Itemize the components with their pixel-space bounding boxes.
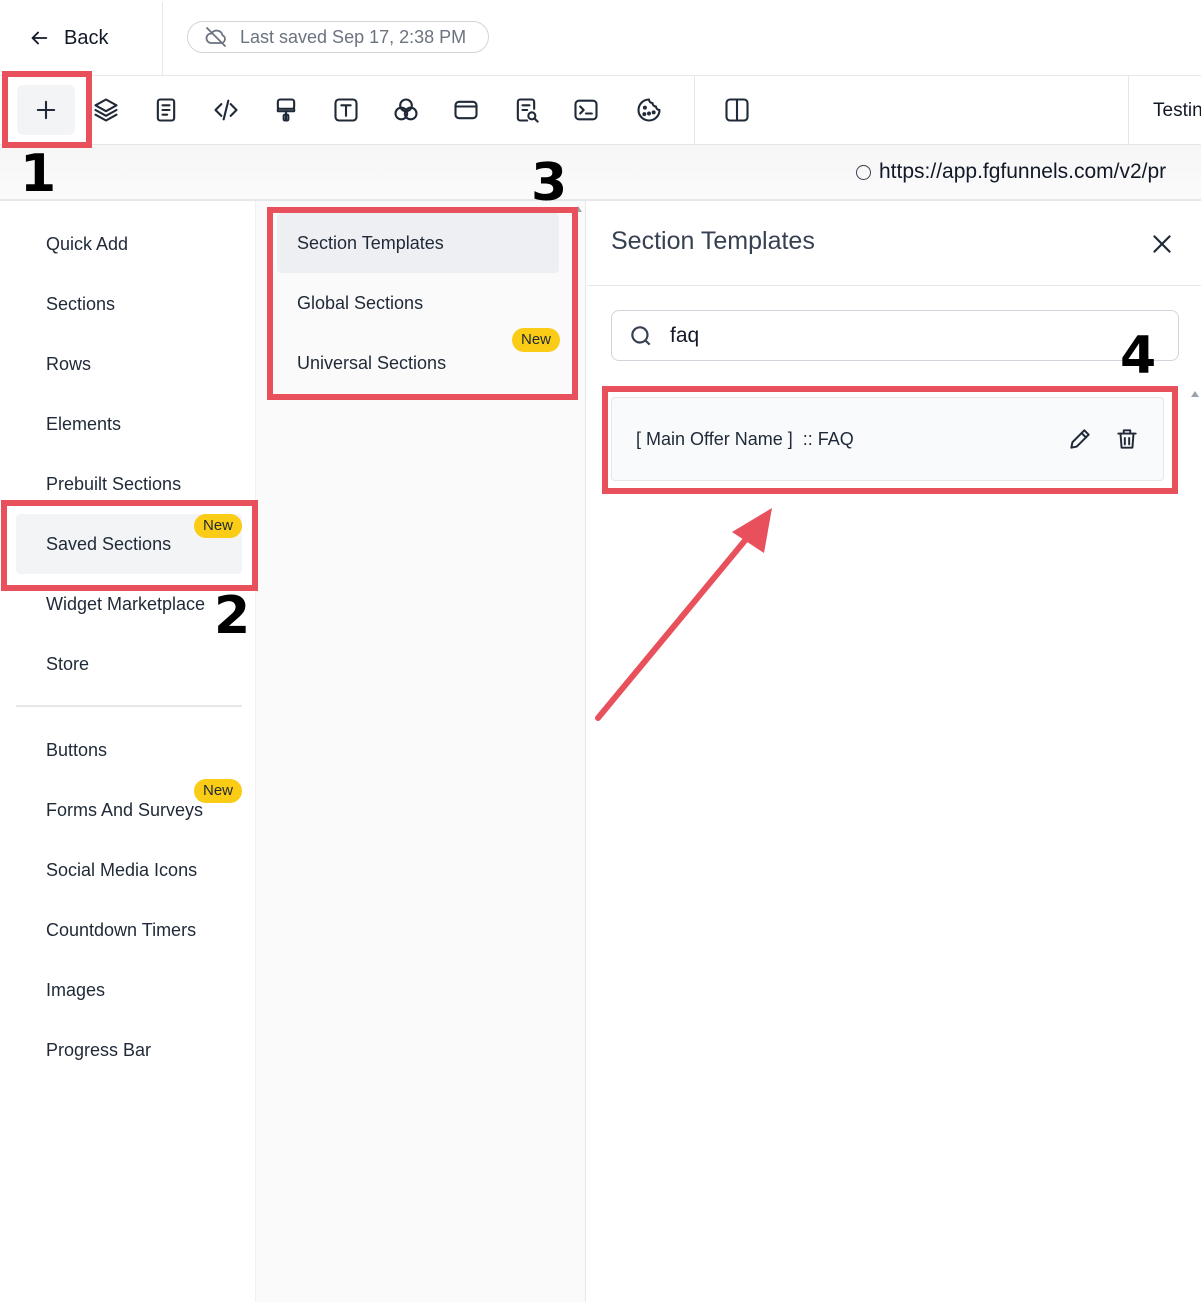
nav-item-label: Social Media Icons [46, 859, 198, 880]
split-view-icon [725, 98, 749, 122]
typography-button[interactable] [324, 88, 368, 132]
scroll-up-icon[interactable] [574, 206, 582, 212]
nav-item-countdown-timers[interactable]: Countdown Timers [16, 900, 242, 960]
nav-item-label: Store [46, 653, 90, 674]
scroll-up-icon[interactable] [1191, 391, 1199, 397]
nav-item-label: Forms And Surveys [46, 799, 204, 820]
nav-item-label: Images [46, 979, 106, 1000]
back-label: Back [64, 26, 109, 49]
panel-divider [587, 285, 1201, 286]
popup-button[interactable] [444, 88, 488, 132]
search-icon [631, 325, 651, 345]
pages-button[interactable] [144, 88, 188, 132]
nav-item-store[interactable]: Store [16, 634, 242, 694]
layers-icon [94, 98, 118, 122]
sub-nav-global-sections[interactable]: Global Sections [277, 273, 559, 333]
template-name: [ Main Offer Name ] :: FAQ [636, 428, 854, 449]
seo-button[interactable] [504, 88, 548, 132]
nav-item-sections[interactable]: Sections [16, 274, 242, 334]
nav-item-label: Quick Add [46, 233, 129, 254]
nav-item-label: Sections [46, 293, 116, 314]
nav-item-label: Rows [46, 353, 92, 374]
annotation-number: 1 [20, 144, 57, 204]
sub-nav-label: Universal Sections [297, 352, 447, 373]
nav-item-progress-bar[interactable]: Progress Bar [16, 1020, 242, 1080]
toolbar-divider [1128, 76, 1129, 145]
text-icon [334, 98, 358, 122]
nav-item-label: Prebuilt Sections [46, 473, 182, 494]
circles-icon [394, 98, 418, 121]
back-button[interactable]: Back [28, 22, 108, 54]
nav-item-label: Elements [46, 413, 122, 434]
nav-separator [16, 705, 242, 707]
nav-item-buttons[interactable]: Buttons [16, 720, 242, 780]
nav-item-widget-marketplace[interactable]: Widget Marketplace [16, 574, 242, 634]
toolbar: Testin [0, 76, 1201, 145]
status-circle-icon [856, 164, 871, 180]
nav-item-label: Buttons [46, 739, 108, 760]
code-button[interactable] [204, 88, 248, 132]
pencil-icon [1070, 429, 1090, 449]
nav-item-label: Progress Bar [46, 1039, 152, 1060]
sub-nav-section-templates[interactable]: Section Templates [277, 213, 559, 273]
colors-button[interactable] [384, 88, 428, 132]
nav-item-social-media-icons[interactable]: Social Media Icons [16, 840, 242, 900]
nav-item-label: Countdown Timers [46, 919, 197, 940]
trash-icon [1117, 429, 1137, 449]
left-nav: Quick Add Sections Rows Elements Prebuil… [0, 201, 256, 1302]
edit-button[interactable] [1067, 426, 1093, 452]
toolbar-right-label[interactable]: Testin [1153, 100, 1201, 122]
panel-title: Section Templates [611, 227, 815, 255]
top-bar: Back Last saved Sep 17, 2:38 PM [0, 0, 1201, 76]
nav-item-prebuilt-sections[interactable]: Prebuilt Sections [16, 454, 242, 514]
cookie-icon [637, 98, 661, 122]
code-icon [214, 99, 238, 121]
nav-item-label: Saved Sections [46, 533, 172, 554]
split-view-button[interactable] [715, 88, 759, 132]
new-badge: New [194, 514, 243, 538]
search-box[interactable] [611, 310, 1179, 361]
search-input[interactable] [670, 323, 1150, 348]
layers-button[interactable] [84, 88, 128, 132]
divider [162, 2, 163, 76]
section-templates-panel: Section Templates [ Main Offer Name ] ::… [587, 201, 1201, 1302]
plus-icon [36, 100, 56, 120]
annotation-number: 4 [1120, 326, 1157, 386]
sub-nav: Section Templates Global Sections Univer… [256, 201, 586, 1302]
last-saved-text: Last saved Sep 17, 2:38 PM [240, 26, 467, 47]
sub-nav-label: Global Sections [297, 292, 424, 313]
preview-url-bar: https://app.fgfunnels.com/v2/pr [0, 145, 1201, 201]
nav-item-elements[interactable]: Elements [16, 394, 242, 454]
nav-item-quick-add[interactable]: Quick Add [16, 214, 242, 274]
close-button[interactable] [1149, 231, 1175, 257]
annotation-number: 2 [214, 586, 251, 646]
close-icon [1153, 235, 1171, 253]
delete-button[interactable] [1114, 426, 1140, 452]
arrow-left-icon [31, 31, 48, 45]
page-icon [156, 98, 176, 122]
url-text: https://app.fgfunnels.com/v2/pr [879, 160, 1167, 183]
annotation-number: 3 [531, 153, 568, 213]
save-status-pill: Last saved Sep 17, 2:38 PM [187, 21, 489, 53]
url-display[interactable]: https://app.fgfunnels.com/v2/pr [856, 160, 1166, 184]
nav-item-label: Widget Marketplace [46, 593, 206, 614]
add-element-button[interactable] [17, 85, 75, 135]
new-badge: New [512, 328, 561, 352]
window-icon [454, 100, 478, 120]
nav-item-rows[interactable]: Rows [16, 334, 242, 394]
cookies-button[interactable] [627, 88, 671, 132]
new-badge: New [194, 779, 243, 803]
cloud-off-icon [205, 27, 226, 47]
sub-nav-label: Section Templates [297, 232, 444, 253]
styles-button[interactable] [264, 88, 308, 132]
nav-item-images[interactable]: Images [16, 960, 242, 1020]
terminal-icon [574, 99, 598, 121]
search-doc-icon [516, 98, 539, 123]
paint-brush-icon [276, 98, 296, 122]
template-card[interactable]: [ Main Offer Name ] :: FAQ [611, 397, 1164, 481]
scripts-button[interactable] [564, 88, 608, 132]
toolbar-divider [694, 76, 695, 145]
